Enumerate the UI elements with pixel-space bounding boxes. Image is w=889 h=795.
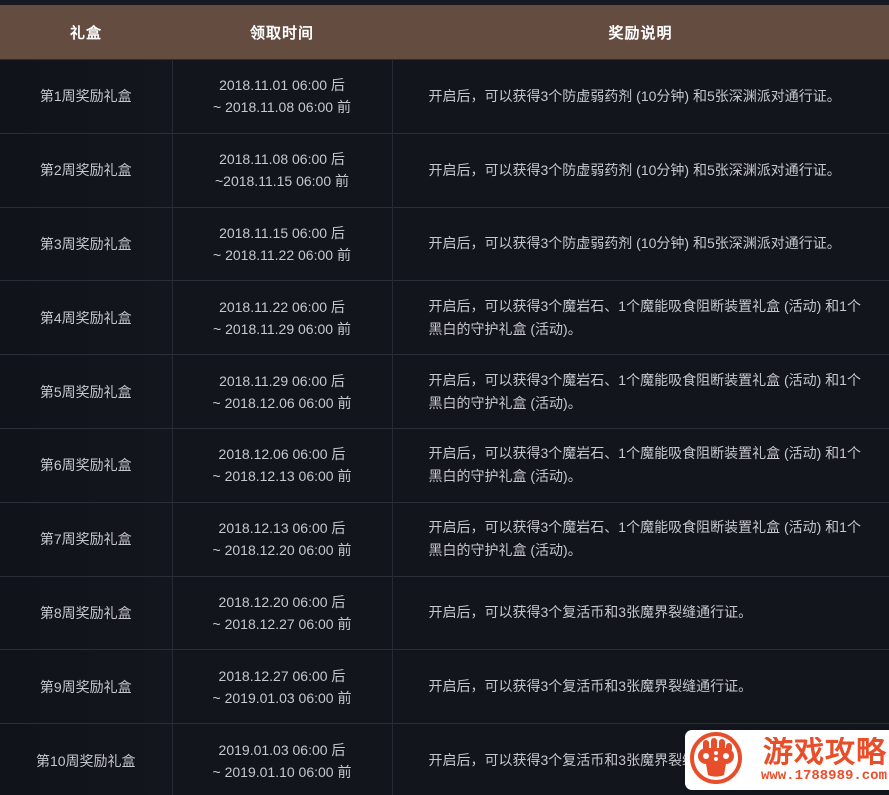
reward-description: 开启后，可以获得3个防虚弱药剂 (10分钟) 和5张深渊派对通行证。	[391, 59, 889, 134]
claim-time: 2018.12.06 06:00 后 ~ 2018.12.13 06:00 前	[171, 427, 392, 503]
watermark-title: 游戏攻略	[763, 736, 887, 769]
claim-time-start: 2018.11.15 06:00 后	[219, 224, 345, 241]
column-header-reward-description: 奖励说明	[392, 5, 889, 60]
table-row: 第9周奖励礼盒 2018.12.27 06:00 后 ~ 2019.01.03 …	[0, 649, 889, 724]
claim-time-end: ~ 2018.12.13 06:00 前	[212, 468, 352, 485]
watermark-text: 游戏攻略 www.1788989.com	[746, 737, 887, 784]
reward-description: 开启后，可以获得3个防虚弱药剂 (10分钟) 和5张深渊派对通行证。	[391, 132, 889, 208]
table-row: 第2周奖励礼盒 2018.11.08 06:00 后 ~2018.11.15 0…	[0, 132, 889, 208]
giftbox-name: 第10周奖励礼盒	[0, 723, 172, 795]
site-watermark: 游戏攻略 www.1788989.com	[685, 730, 889, 790]
claim-time-end: ~ 2018.12.27 06:00 前	[212, 615, 352, 632]
claim-time-end: ~2018.11.15 06:00 前	[214, 173, 350, 190]
claim-time-end: ~ 2018.11.29 06:00 前	[213, 320, 351, 337]
claim-time-start: 2018.11.29 06:00 后	[219, 372, 345, 389]
rewards-table: 礼盒 领取时间 奖励说明 第1周奖励礼盒 2018.11.01 06:00 后 …	[0, 5, 889, 795]
claim-time: 2018.11.29 06:00 后 ~ 2018.12.06 06:00 前	[171, 354, 392, 429]
claim-time-start: 2018.12.20 06:00 后	[218, 593, 346, 610]
giftbox-name: 第3周奖励礼盒	[0, 206, 172, 281]
table-row: 第6周奖励礼盒 2018.12.06 06:00 后 ~ 2018.12.13 …	[0, 427, 889, 503]
watermark-url: www.1788989.com	[760, 767, 887, 784]
giftbox-name: 第2周奖励礼盒	[0, 132, 172, 208]
giftbox-name: 第9周奖励礼盒	[0, 649, 172, 724]
giftbox-name: 第8周奖励礼盒	[0, 575, 172, 650]
claim-time-end: ~ 2019.01.10 06:00 前	[212, 763, 352, 780]
column-header-giftbox: 礼盒	[0, 5, 172, 60]
claim-time-start: 2019.01.03 06:00 后	[218, 741, 346, 758]
claim-time-end: ~ 2018.11.22 06:00 前	[213, 246, 351, 263]
claim-time-start: 2018.11.01 06:00 后	[219, 77, 345, 94]
table-header-row: 礼盒 领取时间 奖励说明	[0, 5, 889, 60]
claim-time-start: 2018.11.08 06:00 后	[219, 151, 345, 168]
claim-time: 2018.12.13 06:00 后 ~ 2018.12.20 06:00 前	[171, 501, 392, 577]
table-row: 第4周奖励礼盒 2018.11.22 06:00 后 ~ 2018.11.29 …	[0, 280, 889, 355]
reward-description: 开启后，可以获得3个复活币和3张魔界裂缝通行证。	[391, 575, 889, 650]
claim-time: 2019.01.03 06:00 后 ~ 2019.01.10 06:00 前	[171, 723, 392, 795]
table-row: 第7周奖励礼盒 2018.12.13 06:00 后 ~ 2018.12.20 …	[0, 501, 889, 577]
table-row: 第8周奖励礼盒 2018.12.20 06:00 后 ~ 2018.12.27 …	[0, 575, 889, 650]
claim-time: 2018.12.20 06:00 后 ~ 2018.12.27 06:00 前	[171, 575, 392, 650]
reward-description: 开启后，可以获得3个魔岩石、1个魔能吸食阻断装置礼盒 (活动) 和1个黑白的守护…	[391, 501, 889, 577]
reward-description: 开启后，可以获得3个魔岩石、1个魔能吸食阻断装置礼盒 (活动) 和1个黑白的守护…	[391, 427, 889, 503]
reward-description: 开启后，可以获得3个魔岩石、1个魔能吸食阻断装置礼盒 (活动) 和1个黑白的守护…	[391, 354, 889, 429]
claim-time: 2018.11.22 06:00 后 ~ 2018.11.29 06:00 前	[171, 280, 392, 355]
rewards-table-screen: 礼盒 领取时间 奖励说明 第1周奖励礼盒 2018.11.01 06:00 后 …	[0, 0, 889, 795]
giftbox-name: 第7周奖励礼盒	[0, 501, 172, 577]
claim-time-end: ~ 2018.11.08 06:00 前	[213, 99, 351, 116]
claim-time-end: ~ 2018.12.20 06:00 前	[212, 542, 352, 559]
claim-time: 2018.11.15 06:00 后 ~ 2018.11.22 06:00 前	[171, 206, 392, 281]
reward-description: 开启后，可以获得3个复活币和3张魔界裂缝通行证。	[391, 649, 889, 724]
claim-time-start: 2018.12.13 06:00 后	[218, 520, 346, 537]
claim-time-start: 2018.12.06 06:00 后	[218, 446, 346, 463]
claim-time-start: 2018.12.27 06:00 后	[218, 667, 346, 684]
column-header-claim-time: 领取时间	[172, 5, 392, 60]
giftbox-name: 第6周奖励礼盒	[0, 427, 172, 503]
table-row: 第5周奖励礼盒 2018.11.29 06:00 后 ~ 2018.12.06 …	[0, 354, 889, 429]
claim-time: 2018.12.27 06:00 后 ~ 2019.01.03 06:00 前	[171, 649, 392, 724]
giftbox-name: 第4周奖励礼盒	[0, 280, 172, 355]
gamepad-logo-icon	[689, 731, 743, 790]
claim-time-end: ~ 2019.01.03 06:00 前	[212, 689, 352, 706]
table-row: 第3周奖励礼盒 2018.11.15 06:00 后 ~ 2018.11.22 …	[0, 206, 889, 281]
reward-description: 开启后，可以获得3个魔岩石、1个魔能吸食阻断装置礼盒 (活动) 和1个黑白的守护…	[391, 280, 889, 355]
reward-description: 开启后，可以获得3个防虚弱药剂 (10分钟) 和5张深渊派对通行证。	[391, 206, 889, 281]
claim-time-start: 2018.11.22 06:00 后	[219, 298, 345, 315]
giftbox-name: 第5周奖励礼盒	[0, 354, 172, 429]
table-row: 第1周奖励礼盒 2018.11.01 06:00 后 ~ 2018.11.08 …	[0, 59, 889, 134]
claim-time: 2018.11.01 06:00 后 ~ 2018.11.08 06:00 前	[171, 59, 392, 134]
claim-time-end: ~ 2018.12.06 06:00 前	[212, 394, 352, 411]
giftbox-name: 第1周奖励礼盒	[0, 59, 172, 134]
claim-time: 2018.11.08 06:00 后 ~2018.11.15 06:00 前	[171, 132, 392, 208]
